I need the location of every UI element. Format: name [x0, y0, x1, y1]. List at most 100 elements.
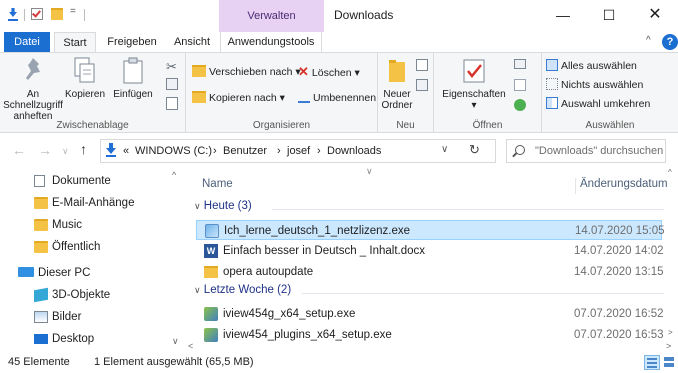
- recent-locations-chevron-icon[interactable]: ∨: [62, 146, 69, 157]
- file-row[interactable]: iview454_plugins_x64_setup.exe 07.07.202…: [196, 325, 664, 345]
- quick-access-new-folder-icon[interactable]: [50, 7, 66, 23]
- paste-button[interactable]: Einfügen: [106, 56, 160, 100]
- quick-access-customize-dropdown[interactable]: =: [70, 6, 80, 22]
- details-view-icon[interactable]: [644, 355, 660, 370]
- nav-item-desktop[interactable]: Desktop: [0, 328, 172, 350]
- rename-button[interactable]: Umbenennen: [298, 89, 376, 107]
- move-to-icon: [192, 65, 206, 77]
- breadcrumb-separator[interactable]: ›: [213, 145, 217, 157]
- file-list: ∨ Name Änderungsdatum ∨ Heute (3) Ich_le…: [186, 166, 678, 351]
- breadcrumb-benutzer[interactable]: Benutzer: [223, 145, 267, 157]
- tab-datei[interactable]: Datei: [4, 32, 50, 52]
- quick-access-checkbox-icon[interactable]: [30, 7, 44, 23]
- breadcrumb-josef[interactable]: josef: [287, 145, 310, 157]
- ribbon: An Schnellzugriff anheften Kopieren Einf…: [0, 52, 678, 133]
- column-name[interactable]: Name: [202, 178, 233, 190]
- nav-item-oeffentlich[interactable]: Öffentlich: [0, 236, 172, 258]
- copy-path-icon[interactable]: [166, 78, 178, 90]
- vertical-scrollbar[interactable]: ^ >: [668, 168, 678, 338]
- file-date: 07.07.2020 16:53: [574, 329, 664, 341]
- chevron-down-icon[interactable]: ∨: [172, 336, 179, 347]
- nav-item-label: Bilder: [52, 311, 82, 323]
- file-row[interactable]: iview454g_x64_setup.exe 07.07.2020 16:52: [196, 304, 664, 324]
- nav-item-3d-objekte[interactable]: 3D-Objekte: [0, 284, 172, 306]
- easy-access-icon[interactable]: [416, 79, 428, 91]
- tab-start[interactable]: Start: [54, 32, 96, 52]
- new-folder-button[interactable]: Neuer Ordner: [380, 56, 414, 111]
- delete-button[interactable]: ✕ Löschen ▾: [298, 63, 360, 81]
- column-date[interactable]: Änderungsdatum: [575, 178, 668, 194]
- select-all-icon: [546, 59, 558, 71]
- back-arrow-icon[interactable]: ←: [12, 142, 26, 158]
- scroll-down-arrow-icon[interactable]: >: [668, 328, 673, 337]
- open-icon[interactable]: [514, 59, 526, 69]
- file-date: 14.07.2020 14:02: [574, 245, 664, 257]
- sort-chevron-icon: ∨: [366, 166, 373, 176]
- nav-item-dokumente[interactable]: Dokumente: [0, 170, 172, 192]
- new-folder-label-line1: Neuer: [383, 89, 411, 100]
- column-header: ∨ Name Änderungsdatum: [186, 166, 668, 194]
- maximize-button[interactable]: ☐: [586, 0, 632, 32]
- group-header-heute[interactable]: ∨ Heute (3): [194, 200, 664, 218]
- nav-item-music[interactable]: Music: [0, 214, 172, 236]
- nav-item-bilder[interactable]: Bilder: [0, 306, 172, 328]
- toolbar-separator: [24, 9, 25, 21]
- minimize-button[interactable]: —: [540, 0, 586, 32]
- breadcrumb-separator[interactable]: ›: [317, 145, 321, 157]
- up-arrow-icon[interactable]: ↑: [80, 141, 87, 157]
- chevron-up-icon[interactable]: ^: [172, 170, 176, 180]
- nav-item-dieser-pc[interactable]: Dieser PC: [0, 262, 172, 284]
- select-all-button[interactable]: Alles auswählen: [546, 57, 637, 75]
- properties-quick-access-icon[interactable]: [6, 7, 20, 23]
- file-row[interactable]: opera autoupdate 14.07.2020 13:15: [196, 262, 664, 282]
- forward-arrow-icon[interactable]: →: [38, 142, 52, 158]
- scroll-up-arrow-icon[interactable]: ^: [668, 168, 672, 177]
- copy-to-label: Kopieren nach: [209, 92, 277, 104]
- paste-shortcut-icon[interactable]: [166, 97, 178, 110]
- invert-selection-button[interactable]: Auswahl umkehren: [546, 95, 650, 113]
- file-row[interactable]: Ich_lerne_deutsch_1_netzlizenz.exe 14.07…: [196, 220, 665, 240]
- copy-button[interactable]: Kopieren: [64, 56, 106, 100]
- pin-to-quick-access-button[interactable]: An Schnellzugriff anheften: [2, 56, 64, 122]
- setup-exe-icon: [204, 328, 218, 342]
- item-count: 45 Elemente: [8, 356, 70, 368]
- nav-item-label: Dieser PC: [38, 267, 91, 279]
- file-date: 14.07.2020 15:05: [575, 225, 665, 237]
- file-name: iview454g_x64_setup.exe: [223, 308, 356, 320]
- breadcrumb-downloads[interactable]: Downloads: [327, 145, 381, 157]
- copy-to-button[interactable]: Kopieren nach ▾: [192, 89, 285, 107]
- search-icon: [515, 145, 525, 155]
- nav-item-label: E-Mail-Anhänge: [52, 197, 135, 209]
- edit-icon[interactable]: [514, 79, 526, 91]
- breadcrumb-windows-c[interactable]: WINDOWS (C:): [135, 145, 212, 157]
- scroll-right-arrow-icon[interactable]: >: [666, 341, 671, 351]
- chevron-up-icon[interactable]: ^: [646, 35, 658, 46]
- history-icon[interactable]: [514, 99, 526, 111]
- properties-label: Eigenschaften: [442, 89, 506, 100]
- group-header-letzte-woche[interactable]: ∨ Letzte Woche (2): [194, 284, 664, 302]
- tab-ansicht[interactable]: Ansicht: [168, 32, 216, 52]
- select-none-button[interactable]: Nichts auswählen: [546, 76, 643, 94]
- nav-item-e-mail-anhaenge[interactable]: E-Mail-Anhänge: [0, 192, 172, 214]
- breadcrumb-separator[interactable]: ›: [277, 145, 281, 157]
- nav-item-label: Music: [52, 219, 83, 231]
- tab-freigeben[interactable]: Freigeben: [100, 32, 164, 52]
- group-label-neu: Neu: [396, 120, 415, 131]
- cut-icon[interactable]: ✂: [166, 59, 177, 75]
- large-icons-view-icon[interactable]: [662, 355, 676, 370]
- search-box[interactable]: "Downloads" durchsuchen: [506, 139, 666, 163]
- navigation-pane: ^ Dokumente E-Mail-Anhänge Music Öffentl…: [0, 168, 186, 351]
- breadcrumb-overflow[interactable]: «: [123, 145, 129, 157]
- address-history-chevron-icon[interactable]: ∨: [441, 144, 448, 155]
- close-button[interactable]: ✕: [632, 0, 678, 32]
- scroll-left-arrow-icon[interactable]: <: [188, 341, 193, 351]
- group-oeffnen: Eigenschaften ▾ Öffnen: [434, 53, 542, 133]
- new-item-icon[interactable]: [416, 59, 428, 71]
- tab-anwendungstools[interactable]: Anwendungstools: [220, 32, 322, 52]
- file-row[interactable]: W Einfach besser in Deutsch _ Inhalt.doc…: [196, 241, 664, 261]
- move-to-button[interactable]: Verschieben nach ▾: [192, 63, 301, 81]
- address-bar[interactable]: « WINDOWS (C:) › Benutzer › josef › Down…: [100, 139, 496, 163]
- help-icon[interactable]: ?: [662, 34, 678, 50]
- refresh-icon[interactable]: ↻: [469, 142, 480, 158]
- properties-button[interactable]: Eigenschaften ▾: [442, 56, 506, 111]
